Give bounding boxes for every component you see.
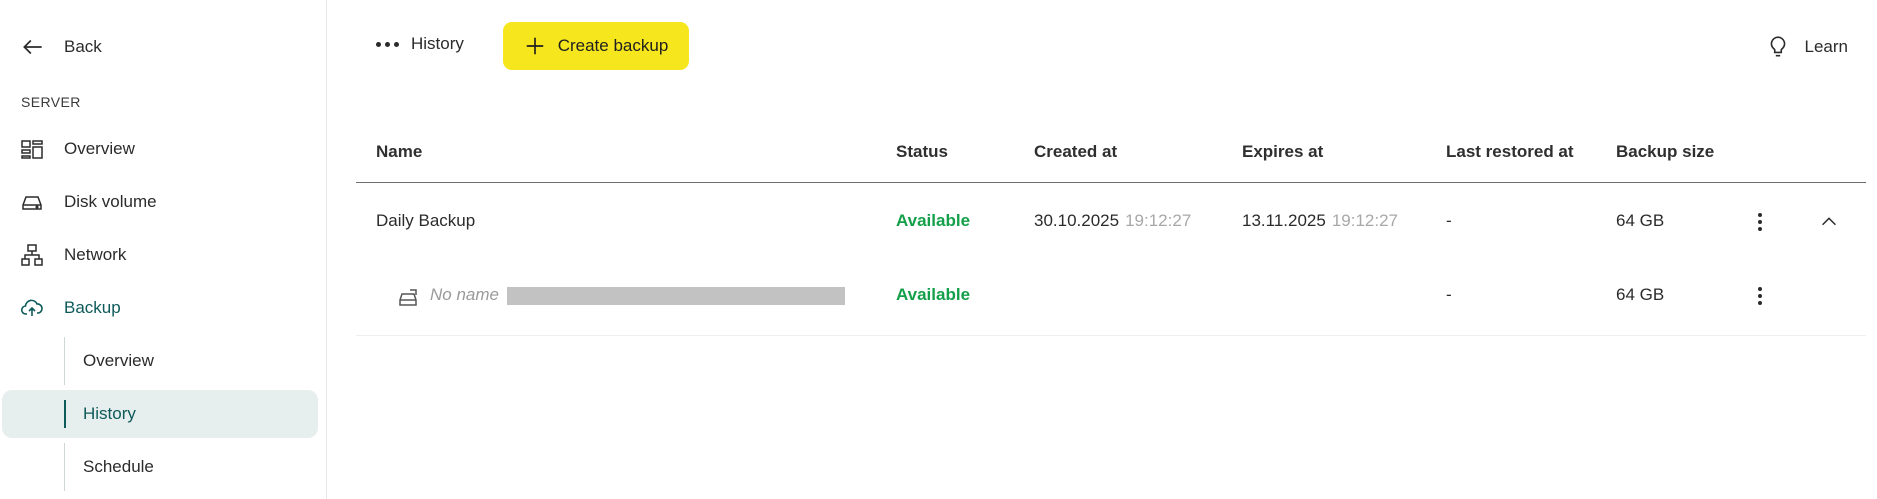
sidebar: Back SERVER Overview Disk volume Network… [0,0,327,499]
sidebar-subitem-label: Overview [83,351,154,370]
tree-line [64,337,65,385]
backup-name: No name [430,285,845,305]
lightbulb-icon [1770,36,1785,57]
row-actions-menu-icon[interactable] [1750,209,1770,235]
history-label: History [411,34,464,53]
history-menu-button[interactable]: History [376,34,464,54]
expires-date: 13.11.2025 [1242,211,1326,230]
last-restored: - [1446,211,1452,230]
row-actions-menu-icon[interactable] [1750,283,1770,309]
created-at: 30.10.2025 19:12:27 [1034,211,1191,231]
redacted-text [506,286,845,305]
backup-name: Daily Backup [376,211,476,230]
disk-icon [22,196,42,210]
network-icon [21,244,43,266]
created-time: 19:12:27 [1125,211,1192,230]
column-header-name[interactable]: Name [376,142,422,162]
disk-backup-icon [399,289,417,306]
create-backup-label: Create backup [557,36,669,55]
grid-icon [21,140,43,159]
tree-line [64,443,65,491]
section-label-server: SERVER [21,94,81,110]
column-header-created-at[interactable]: Created at [1034,142,1117,162]
sidebar-item-disk-volume[interactable]: Disk volume [20,187,157,217]
column-header-expires-at[interactable]: Expires at [1242,142,1323,162]
active-indicator [64,400,66,428]
column-header-status[interactable]: Status [896,142,948,162]
sidebar-item-backup[interactable]: Backup [20,293,121,323]
chevron-up-icon[interactable] [1818,211,1840,233]
learn-label: Learn [1804,37,1848,56]
sidebar-item-label: Overview [64,139,135,158]
sidebar-subitem-history[interactable]: History [2,390,318,438]
expires-at: 13.11.2025 19:12:27 [1242,211,1398,231]
no-name-label: No name [430,285,499,304]
column-header-last-restored-at[interactable]: Last restored at [1446,142,1574,162]
sidebar-subitem-label: History [83,404,136,423]
column-header-backup-size[interactable]: Backup size [1616,142,1714,162]
created-date: 30.10.2025 [1034,211,1120,230]
expires-time: 19:12:27 [1331,211,1399,230]
sidebar-subitem-schedule[interactable]: Schedule [2,443,318,491]
status-badge: Available [896,211,971,230]
sidebar-item-network[interactable]: Network [20,240,126,270]
table-row[interactable]: Daily Backup Available 30.10.2025 19:12:2… [356,183,1866,261]
table-row[interactable]: No name Available - 64 GB [356,261,1866,336]
sidebar-item-label: Network [64,245,127,264]
sidebar-subitem-overview[interactable]: Overview [2,337,318,385]
cloud-upload-icon [20,299,43,316]
back-link[interactable]: Back [20,34,102,60]
backup-size: 64 GB [1616,285,1665,304]
create-backup-button[interactable]: Create backup [503,22,689,70]
backup-size: 64 GB [1616,211,1665,230]
table-header: Name Status Created at Expires at Last r… [356,120,1866,183]
back-label: Back [64,37,102,56]
learn-link[interactable]: Learn [1765,34,1848,60]
status-badge: Available [896,285,971,304]
sidebar-item-label: Disk volume [64,192,157,211]
plus-icon [526,37,543,55]
sidebar-subitem-label: Schedule [83,457,154,476]
sidebar-item-label: Backup [64,298,121,317]
arrow-left-icon [23,39,42,55]
backup-history-table: Name Status Created at Expires at Last r… [356,120,1866,336]
last-restored: - [1446,285,1452,304]
sidebar-item-overview[interactable]: Overview [20,134,135,164]
more-horizontal-icon [376,41,399,47]
